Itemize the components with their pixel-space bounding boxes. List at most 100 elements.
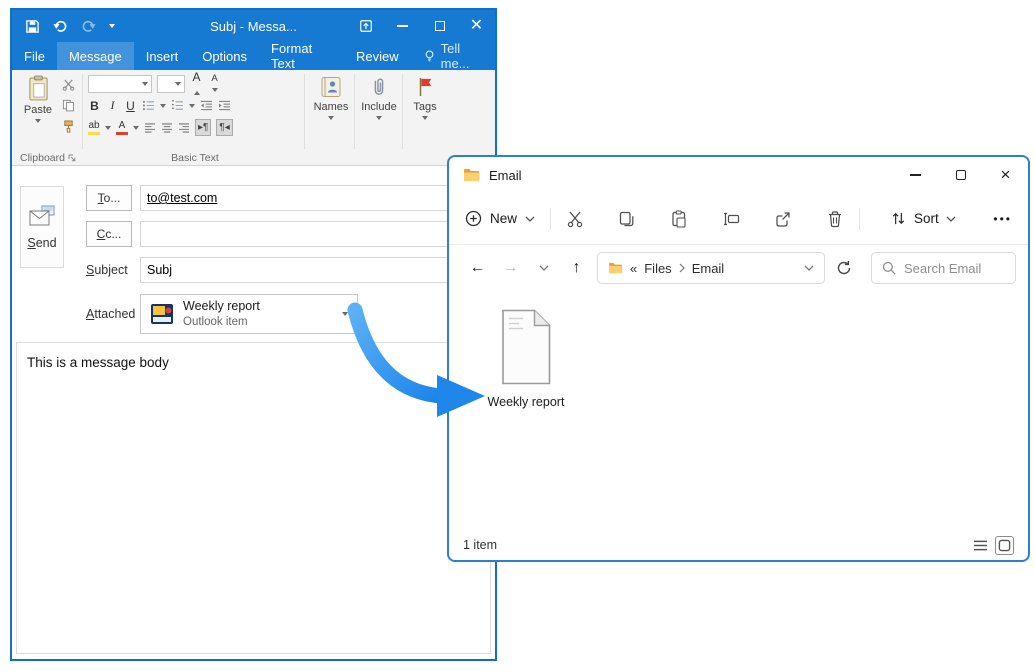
maximize-button[interactable] bbox=[938, 157, 983, 193]
search-box[interactable] bbox=[871, 252, 1016, 284]
undo-icon[interactable] bbox=[53, 19, 68, 34]
breadcrumb-files[interactable]: Files bbox=[644, 261, 671, 276]
tab-file[interactable]: File bbox=[12, 42, 57, 70]
redo-icon[interactable] bbox=[81, 19, 96, 34]
increase-indent-icon[interactable] bbox=[218, 100, 231, 111]
bold-button[interactable]: B bbox=[88, 99, 101, 113]
underline-button[interactable]: U bbox=[124, 99, 137, 113]
chevron-right-icon bbox=[679, 263, 685, 273]
delete-icon[interactable] bbox=[826, 210, 844, 228]
copy-icon[interactable] bbox=[618, 210, 636, 228]
breadcrumb-overflow[interactable]: « bbox=[630, 261, 637, 276]
rename-icon[interactable] bbox=[722, 210, 740, 228]
to-button[interactable]: To... bbox=[86, 185, 132, 211]
to-field[interactable]: to@test.com bbox=[140, 185, 489, 211]
see-more-button[interactable]: ••• bbox=[993, 212, 1012, 226]
send-button[interactable]: Send bbox=[20, 186, 64, 268]
maximize-button[interactable] bbox=[421, 10, 458, 42]
tab-format-text[interactable]: Format Text bbox=[259, 42, 344, 70]
search-icon bbox=[882, 261, 896, 275]
forward-button[interactable]: → bbox=[494, 259, 527, 277]
minimize-button[interactable] bbox=[893, 157, 938, 193]
share-icon[interactable] bbox=[774, 210, 792, 228]
sort-button[interactable]: Sort bbox=[890, 210, 956, 227]
cc-field[interactable] bbox=[140, 221, 489, 247]
include-button[interactable]: Include bbox=[356, 76, 402, 120]
attachment-chip[interactable]: Weekly report Outlook item bbox=[140, 294, 358, 334]
cut-icon[interactable] bbox=[62, 78, 75, 91]
to-recipient[interactable]: to@test.com bbox=[147, 191, 217, 205]
quick-access-toolbar bbox=[12, 19, 115, 34]
attachment-dropdown-icon[interactable] bbox=[342, 312, 348, 316]
ribbon: Paste Clipboard A A bbox=[12, 70, 495, 166]
grow-font-button[interactable]: A bbox=[190, 70, 203, 98]
align-left-icon[interactable] bbox=[144, 123, 156, 133]
names-button[interactable]: Names bbox=[308, 76, 354, 120]
bullet-list-icon[interactable] bbox=[142, 100, 155, 111]
message-body[interactable]: This is a message body bbox=[16, 342, 491, 654]
paste-icon[interactable] bbox=[670, 210, 688, 228]
tell-me-label: Tell me... bbox=[441, 41, 485, 71]
folder-icon bbox=[608, 262, 623, 274]
back-button[interactable]: ← bbox=[461, 259, 494, 277]
attachment-name: Weekly report bbox=[183, 299, 260, 315]
details-view-icon[interactable] bbox=[973, 539, 988, 552]
copy-icon[interactable] bbox=[62, 99, 75, 112]
up-button[interactable]: ↑ bbox=[560, 259, 593, 277]
clipboard-group-label[interactable]: Clipboard bbox=[16, 152, 80, 164]
format-painter-icon[interactable] bbox=[62, 120, 75, 133]
explorer-title: Email bbox=[489, 168, 522, 183]
cut-icon[interactable] bbox=[566, 210, 584, 228]
address-dropdown-icon[interactable] bbox=[804, 265, 814, 271]
paperclip-icon bbox=[370, 76, 388, 98]
paste-button[interactable]: Paste bbox=[18, 75, 58, 123]
folder-content: Weekly report bbox=[449, 291, 1028, 530]
folder-icon bbox=[463, 168, 480, 182]
right-to-left-icon[interactable]: ¶◂ bbox=[216, 119, 232, 136]
subject-field[interactable]: Subj bbox=[140, 257, 489, 283]
ribbon-display-options-icon[interactable] bbox=[347, 10, 384, 42]
close-button[interactable]: ✕ bbox=[458, 10, 495, 42]
send-label: Send bbox=[27, 236, 56, 250]
recent-locations-icon[interactable] bbox=[527, 265, 560, 271]
tab-options[interactable]: Options bbox=[190, 42, 259, 70]
cc-row: Cc... bbox=[86, 220, 489, 248]
cc-button[interactable]: Cc... bbox=[86, 221, 132, 247]
decrease-indent-icon[interactable] bbox=[200, 100, 213, 111]
close-button[interactable]: × bbox=[983, 157, 1028, 193]
document-icon bbox=[497, 309, 555, 385]
status-bar: 1 item bbox=[449, 530, 1028, 560]
italic-button[interactable]: I bbox=[106, 98, 119, 113]
tags-button[interactable]: Tags bbox=[404, 76, 446, 120]
subject-row: Subject Subj bbox=[86, 256, 489, 284]
flag-icon bbox=[416, 76, 434, 98]
breadcrumb-email[interactable]: Email bbox=[692, 261, 725, 276]
minimize-button[interactable] bbox=[384, 10, 421, 42]
refresh-icon[interactable] bbox=[825, 260, 863, 276]
tab-message[interactable]: Message bbox=[57, 42, 134, 70]
numbered-list-icon[interactable] bbox=[171, 100, 184, 111]
tab-insert[interactable]: Insert bbox=[134, 42, 191, 70]
align-right-icon[interactable] bbox=[178, 123, 190, 133]
file-explorer-window: Email × New bbox=[447, 155, 1030, 562]
shrink-font-button[interactable]: A bbox=[208, 73, 221, 95]
outlook-item-icon bbox=[150, 302, 174, 326]
explorer-window-controls: × bbox=[893, 157, 1028, 193]
tab-review[interactable]: Review bbox=[344, 42, 411, 70]
chevron-down-icon bbox=[946, 216, 956, 222]
save-icon[interactable] bbox=[25, 19, 40, 34]
tell-me-box[interactable]: Tell me... bbox=[413, 42, 495, 70]
dialog-launcher-icon bbox=[68, 154, 76, 162]
font-name-combo[interactable] bbox=[88, 75, 152, 93]
text-highlight-button[interactable]: ab bbox=[88, 121, 100, 135]
font-color-button[interactable]: A bbox=[116, 121, 128, 135]
align-center-icon[interactable] bbox=[161, 123, 173, 133]
new-button[interactable]: New bbox=[465, 210, 535, 227]
font-size-combo[interactable] bbox=[157, 75, 185, 93]
file-item[interactable]: Weekly report bbox=[471, 309, 581, 409]
large-icons-view-icon[interactable] bbox=[995, 536, 1014, 555]
customize-qat-icon[interactable] bbox=[109, 24, 115, 28]
left-to-right-icon[interactable]: ▸¶ bbox=[195, 119, 211, 136]
search-input[interactable] bbox=[904, 261, 1005, 276]
address-box[interactable]: « Files Email bbox=[597, 252, 825, 284]
